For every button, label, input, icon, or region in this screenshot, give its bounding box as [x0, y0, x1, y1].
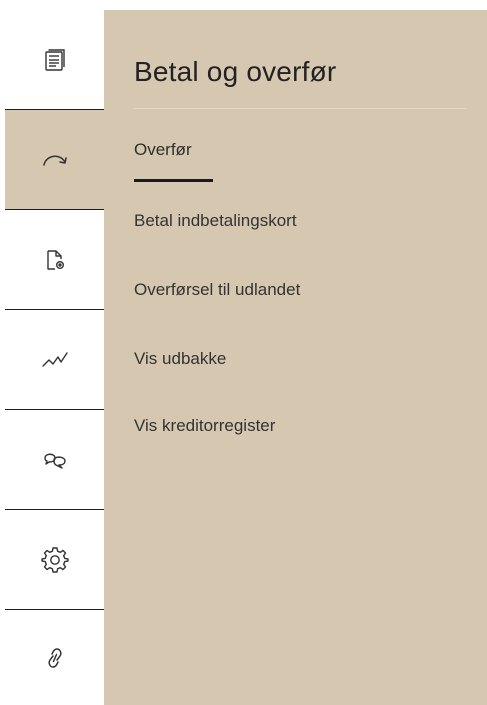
- menu-item-pay-bill[interactable]: Betal indbetalingskort: [134, 211, 297, 231]
- panel-title: Betal og overfør: [134, 56, 337, 87]
- nav-item-news[interactable]: [5, 10, 104, 110]
- document-settings-icon: [42, 247, 68, 273]
- nav-item-settings[interactable]: [5, 510, 104, 610]
- app-window: Betal og overfør Overfør Betal indbetali…: [0, 0, 487, 705]
- gear-icon: [40, 546, 69, 574]
- nav-item-links[interactable]: [5, 610, 104, 705]
- menu-item-creditor-register[interactable]: Vis kreditorregister: [134, 416, 275, 436]
- divider: [134, 108, 466, 109]
- news-icon: [42, 47, 68, 73]
- transfer-arrow-icon: [40, 147, 70, 173]
- nav-item-messages[interactable]: [5, 410, 104, 510]
- nav-rail: [5, 10, 104, 705]
- menu-item-international-transfer[interactable]: Overførsel til udlandet: [134, 280, 300, 300]
- link-icon: [42, 643, 68, 673]
- active-indicator: [134, 179, 213, 182]
- menu-item-transfer[interactable]: Overfør: [134, 140, 192, 160]
- chat-bubbles-icon: [40, 447, 70, 473]
- chart-line-icon: [40, 347, 70, 373]
- nav-item-documents[interactable]: [5, 210, 104, 310]
- menu-item-outbox[interactable]: Vis udbakke: [134, 349, 226, 369]
- nav-item-investments[interactable]: [5, 310, 104, 410]
- nav-item-transfer[interactable]: [5, 110, 104, 210]
- transfer-menu-panel: Betal og overfør Overfør Betal indbetali…: [104, 10, 487, 705]
